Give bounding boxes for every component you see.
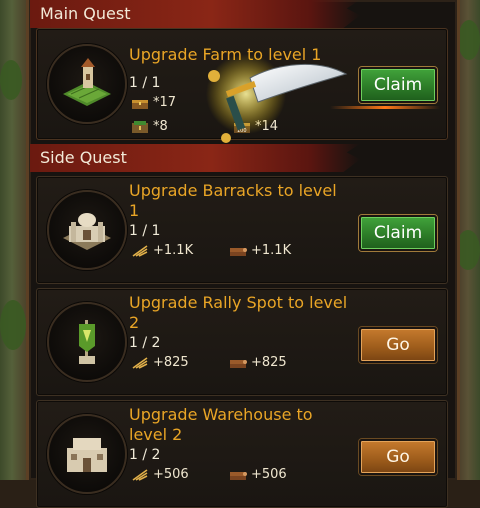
food-reward: +825	[131, 355, 189, 370]
main-reward-2: *8	[131, 119, 168, 134]
wheat-icon	[132, 244, 148, 257]
side-quest-card: Upgrade Warehouse to level 2 1 / 2 +506 …	[36, 400, 448, 508]
warehouse-icon	[67, 438, 107, 472]
treasure-chest-icon	[132, 99, 148, 109]
wood-reward: +1.1K	[229, 243, 291, 258]
main-reward-3-value: *14	[255, 119, 279, 134]
side-quest-title-line1: Upgrade Rally Spot to level	[129, 293, 348, 312]
rally-spot-go-button[interactable]: Go	[359, 327, 437, 363]
side-quest-progress: 1 / 2	[129, 447, 161, 463]
food-reward-value: +825	[153, 355, 189, 370]
side-quest-header: Side Quest	[30, 144, 360, 172]
side-quest-title: Upgrade Barracks to level 1	[129, 181, 349, 221]
wheat-icon	[132, 356, 148, 369]
wood-reward-value: +825	[251, 355, 287, 370]
side-quest-title-line1: Upgrade Barracks to level	[129, 181, 337, 200]
main-reward-2-value: *8	[153, 119, 168, 134]
side-quest-card: Upgrade Barracks to level 1 1 / 1 +1.1K …	[36, 176, 448, 284]
side-quest-title-line2: 1	[129, 201, 140, 220]
tree-decoration	[458, 20, 480, 60]
side-quest-title-line2: 2	[129, 313, 140, 332]
warehouse-thumbnail	[47, 414, 127, 494]
side-quest-progress: 1 / 2	[129, 335, 161, 351]
barracks-claim-button[interactable]: Claim	[359, 215, 437, 251]
main-quest-card: Upgrade Farm to level 1 1 / 1 *17 *8 100…	[36, 28, 448, 140]
side-quest-title: Upgrade Rally Spot to level 2	[129, 293, 349, 333]
rally-spot-thumbnail	[47, 302, 127, 382]
wood-reward: +825	[229, 355, 287, 370]
side-quest-header-label: Side Quest	[40, 148, 127, 167]
side-quest-title: Upgrade Warehouse to level 2	[129, 405, 349, 445]
main-quest-title: Upgrade Farm to level 1	[129, 45, 322, 64]
main-quest-header: Main Quest	[30, 0, 360, 28]
svg-text:100: 100	[237, 128, 247, 134]
resource-crate-icon	[132, 120, 148, 133]
sword-glow-trail	[330, 106, 440, 109]
barracks-icon	[63, 213, 111, 250]
tree-decoration	[0, 300, 26, 350]
chest-100-icon: 100	[234, 122, 250, 134]
farm-thumbnail	[47, 44, 127, 124]
side-quest-title-line1: Upgrade Warehouse to	[129, 405, 313, 424]
wood-icon	[230, 247, 247, 256]
main-reward-1-value: *17	[153, 95, 177, 110]
barracks-thumbnail	[47, 190, 127, 270]
rally-flag-icon	[79, 320, 95, 364]
side-quest-title-line2: level 2	[129, 425, 183, 444]
main-reward-1: *17	[131, 95, 176, 110]
main-quest-header-label: Main Quest	[40, 4, 131, 23]
food-reward-value: +1.1K	[153, 243, 194, 258]
wheat-icon	[132, 468, 148, 481]
main-quest-progress: 1 / 1	[129, 75, 161, 91]
side-quest-card: Upgrade Rally Spot to level 2 1 / 2 +825…	[36, 288, 448, 396]
main-quest-claim-button[interactable]: Claim	[359, 67, 437, 103]
tree-decoration	[0, 60, 22, 100]
wood-reward-value: +1.1K	[251, 243, 292, 258]
wood-icon	[230, 359, 247, 368]
wood-icon	[230, 471, 247, 480]
farm-icon	[63, 58, 111, 106]
food-reward: +1.1K	[131, 243, 193, 258]
main-reward-3: 100 *14	[233, 119, 278, 134]
side-quest-progress: 1 / 1	[129, 223, 161, 239]
warehouse-go-button[interactable]: Go	[359, 439, 437, 475]
